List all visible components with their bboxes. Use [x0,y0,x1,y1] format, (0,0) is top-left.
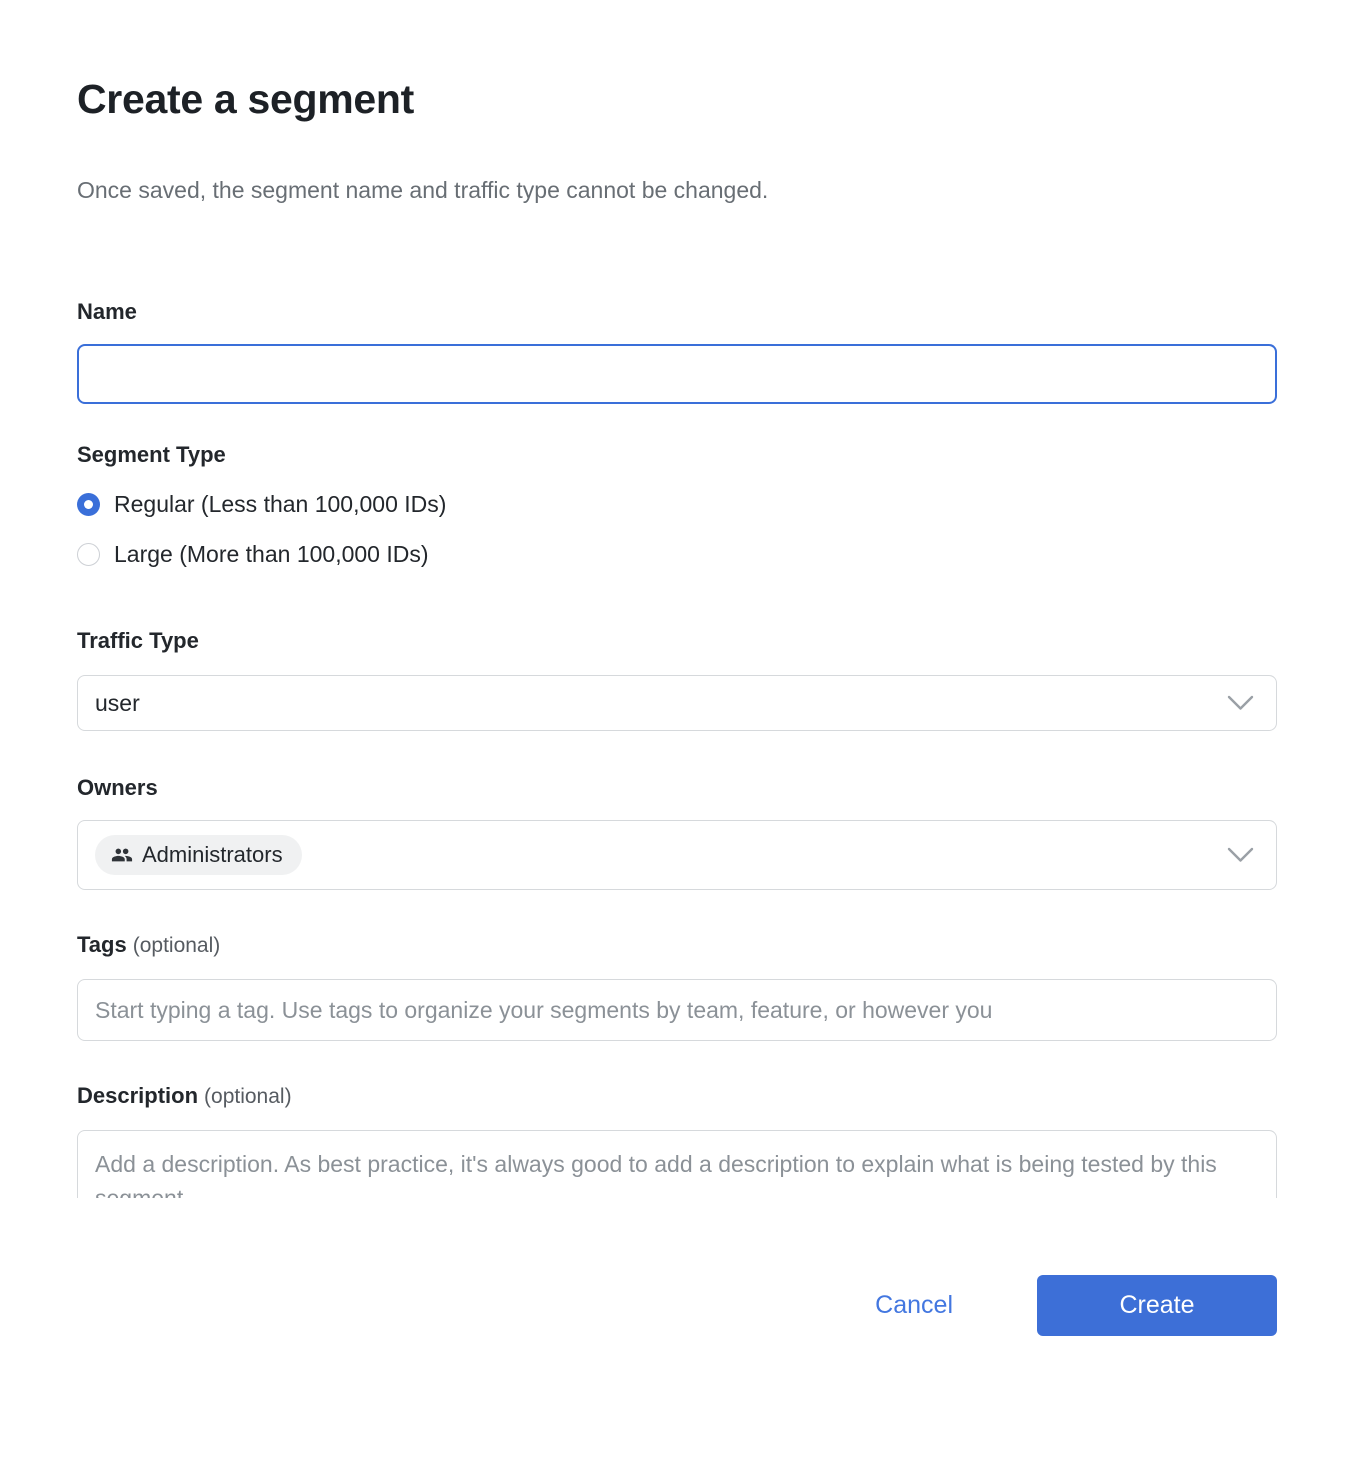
dialog-subtitle: Once saved, the segment name and traffic… [77,178,1277,203]
owner-chip-label: Administrators [142,842,283,868]
traffic-type-select[interactable]: user [77,675,1277,731]
tags-label: Tags (optional) [77,932,1277,959]
radio-option-label: Regular (Less than 100,000 IDs) [114,491,446,518]
page-title: Create a segment [77,74,1277,124]
create-segment-dialog: Create a segment Once saved, the segment… [0,74,1354,1412]
owners-label: Owners [77,775,1277,801]
chevron-down-icon [1227,847,1254,863]
dialog-footer: Cancel Create [77,1275,1277,1412]
tags-input[interactable] [77,979,1277,1041]
tags-label-text: Tags [77,932,127,957]
people-icon [111,844,133,866]
segment-type-radio-group: Regular (Less than 100,000 IDs) Large (M… [77,490,1277,568]
radio-option-label: Large (More than 100,000 IDs) [114,541,429,568]
name-input[interactable] [77,344,1277,404]
radio-selected-icon[interactable] [77,493,100,516]
description-optional-note: (optional) [204,1085,292,1108]
radio-option-regular[interactable]: Regular (Less than 100,000 IDs) [77,490,1277,518]
radio-unselected-icon[interactable] [77,543,100,566]
create-button[interactable]: Create [1037,1275,1277,1336]
owner-chip-administrators[interactable]: Administrators [95,835,302,875]
chevron-down-icon [1227,695,1254,711]
radio-option-large[interactable]: Large (More than 100,000 IDs) [77,540,1277,568]
description-label: Description (optional) [77,1083,1277,1110]
description-label-text: Description [77,1083,198,1108]
cancel-button[interactable]: Cancel [875,1291,953,1320]
tags-optional-note: (optional) [133,934,221,957]
owners-select[interactable]: Administrators [77,820,1277,890]
name-label: Name [77,299,1277,325]
description-textarea[interactable] [77,1130,1277,1198]
description-textarea-clip [77,1130,1277,1198]
traffic-type-label: Traffic Type [77,628,1277,654]
segment-type-label: Segment Type [77,442,1277,468]
traffic-type-value: user [95,690,140,717]
